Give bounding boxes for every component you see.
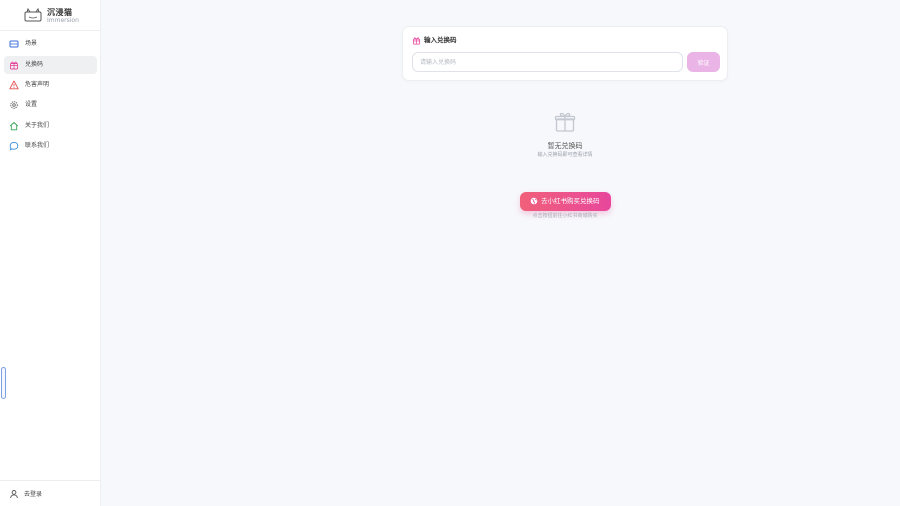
brand-subtitle: Immersion — [47, 17, 79, 24]
redeem-code-input[interactable] — [412, 52, 683, 72]
sidebar-item-scenes[interactable]: 场景 — [4, 35, 97, 53]
login-link[interactable]: 去登录 — [0, 480, 101, 506]
globe-icon — [530, 197, 538, 205]
sidebar-item-settings[interactable]: 设置 — [4, 96, 97, 114]
sidebar-item-label: 设置 — [25, 101, 38, 108]
brand: 沉浸猫 Immersion — [0, 0, 101, 31]
sidebar-item-label: 联系我们 — [25, 142, 50, 149]
cat-logo-icon — [24, 8, 42, 22]
gift-icon — [554, 112, 576, 132]
film-icon — [9, 40, 19, 48]
sidebar: 沉浸猫 Immersion 场景 兑换码 危害声明 设置 关于我们 联系我们 去… — [0, 0, 101, 506]
redeem-card-title: 输入兑换码 — [424, 36, 457, 44]
empty-state-subtitle: 输入兑换码即可查看详情 — [537, 152, 593, 158]
gear-icon — [10, 101, 18, 109]
home-icon — [9, 122, 19, 131]
login-label: 去登录 — [24, 491, 43, 498]
sidebar-item-label: 场景 — [25, 40, 38, 47]
sidebar-item-about-us[interactable]: 关于我们 — [4, 117, 97, 135]
user-icon — [10, 490, 18, 499]
scroll-handle[interactable] — [1, 367, 6, 399]
warning-icon — [9, 80, 19, 90]
sidebar-item-label: 关于我们 — [25, 122, 50, 129]
buy-hint: 点击按钮前往小红书商城购买 — [532, 213, 598, 219]
sidebar-item-hazard-statement[interactable]: 危害声明 — [4, 76, 97, 94]
gift-icon — [10, 61, 18, 70]
sidebar-item-label: 危害声明 — [25, 81, 50, 88]
gift-icon — [412, 37, 421, 45]
empty-state-title: 暂无兑换码 — [547, 142, 583, 150]
sidebar-item-contact-us[interactable]: 联系我们 — [4, 137, 97, 155]
buy-button-label: 去小红书购买兑换码 — [541, 197, 600, 205]
redeem-card: 输入兑换码 验证 — [402, 26, 728, 81]
sidebar-item-redeem-code[interactable]: 兑换码 — [4, 56, 97, 74]
verify-button[interactable]: 验证 — [687, 52, 720, 72]
buy-on-xiaohongshu-button[interactable]: 去小红书购买兑换码 — [520, 192, 611, 211]
sidebar-item-label: 兑换码 — [25, 61, 44, 68]
chat-icon — [9, 141, 19, 151]
